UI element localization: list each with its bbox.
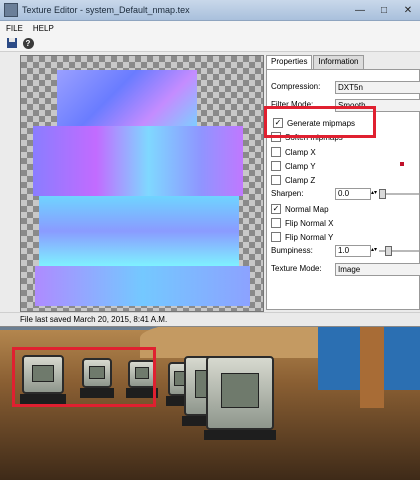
status-bar: File last saved March 20, 2015, 8:41 A.M…: [0, 312, 420, 326]
texture-mode-select[interactable]: Image: [335, 263, 420, 276]
bumpiness-spinner[interactable]: ▴▾: [371, 245, 377, 255]
flip-normal-y-checkbox[interactable]: [271, 232, 281, 242]
maximize-button[interactable]: □: [372, 0, 396, 20]
texture-mode-row: Texture Mode:: [271, 264, 322, 273]
flip-normal-x-label: Flip Normal X: [285, 218, 334, 228]
window-controls: — □ ✕: [348, 0, 420, 20]
save-button[interactable]: [6, 37, 18, 49]
flip-normal-y-label: Flip Normal Y: [285, 232, 334, 242]
clamp-x-label: Clamp X: [285, 147, 316, 157]
clamp-y-checkbox[interactable]: [271, 161, 281, 171]
window-title: Texture Editor - system_Default_nmap.tex: [22, 5, 190, 15]
highlight-machines-box: [12, 347, 156, 407]
normal-map-region: [33, 126, 243, 196]
flip-normal-x-row: Flip Normal X: [271, 218, 333, 228]
sharpen-label: Sharpen:: [271, 189, 304, 198]
bumpiness-label: Bumpiness:: [271, 246, 313, 255]
properties-panel: Properties Information Compression: DXT5…: [266, 55, 420, 310]
save-icon: [7, 38, 17, 48]
sharpen-spinner[interactable]: ▴▾: [371, 188, 377, 198]
help-button[interactable]: ?: [22, 37, 34, 49]
compression-label: Compression:: [271, 82, 321, 91]
bumpiness-row: Bumpiness:: [271, 246, 313, 255]
texture-editor-window: Texture Editor - system_Default_nmap.tex…: [0, 0, 420, 327]
app-icon: [4, 3, 18, 17]
clamp-y-label: Clamp Y: [285, 161, 316, 171]
texture-preview[interactable]: [20, 55, 264, 312]
clamp-z-label: Clamp Z: [285, 175, 316, 185]
normal-map-row: ✓ Normal Map: [271, 204, 329, 214]
normal-map-region: [35, 266, 250, 306]
flip-normal-x-checkbox[interactable]: [271, 218, 281, 228]
compression-select[interactable]: DXT5n: [335, 81, 420, 94]
tabbar: Properties Information: [266, 55, 420, 69]
clamp-y-row: Clamp Y: [271, 161, 316, 171]
clamp-x-checkbox[interactable]: [271, 147, 281, 157]
toolbar: ?: [0, 35, 420, 52]
clamp-z-checkbox[interactable]: [271, 175, 281, 185]
flip-normal-y-row: Flip Normal Y: [271, 232, 333, 242]
machine-6: [204, 356, 276, 440]
pillar: [360, 318, 384, 408]
tab-properties[interactable]: Properties: [266, 55, 313, 69]
compression-row: Compression:: [271, 82, 320, 91]
normal-map-region: [39, 196, 239, 266]
normal-map-region: [57, 70, 197, 130]
normal-map-label: Normal Map: [285, 204, 329, 214]
red-marker: [400, 162, 404, 166]
texture-mode-label: Texture Mode:: [271, 264, 322, 273]
titlebar[interactable]: Texture Editor - system_Default_nmap.tex…: [0, 0, 420, 21]
normal-map-checkbox[interactable]: ✓: [271, 204, 281, 214]
menubar: FILE HELP: [0, 21, 420, 35]
help-icon: ?: [22, 37, 34, 49]
menu-file[interactable]: FILE: [6, 24, 23, 33]
sharpen-row: Sharpen:: [271, 189, 303, 198]
tab-information[interactable]: Information: [313, 55, 364, 69]
highlight-generate-mipmaps-box: [264, 106, 376, 138]
sharpen-slider-knob[interactable]: [379, 189, 386, 199]
clamp-x-row: Clamp X: [271, 147, 316, 157]
menu-help[interactable]: HELP: [33, 24, 54, 33]
clamp-z-row: Clamp Z: [271, 175, 315, 185]
sharpen-input[interactable]: 0.0: [335, 188, 371, 200]
close-button[interactable]: ✕: [396, 0, 420, 20]
bumpiness-input[interactable]: 1.0: [335, 245, 371, 257]
bumpiness-slider-knob[interactable]: [385, 246, 392, 256]
minimize-button[interactable]: —: [348, 0, 372, 20]
